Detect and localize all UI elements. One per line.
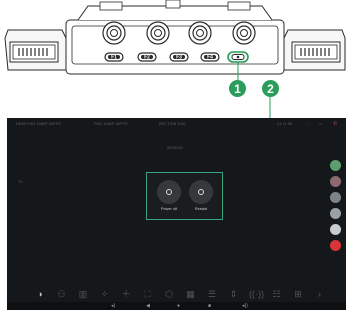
rail-button-5[interactable] bbox=[330, 224, 341, 235]
battery-icon: ▭ bbox=[319, 122, 323, 126]
crosshair-icon[interactable]: ＋ bbox=[120, 288, 132, 300]
power-off-label: Power off bbox=[161, 207, 177, 211]
frame-guide-icon[interactable]: ⛶ bbox=[142, 288, 154, 300]
power-popup: Power off Restart bbox=[146, 172, 223, 220]
restart-icon bbox=[198, 189, 204, 195]
input-1-status: HDMI FHD 1080P 60FPS bbox=[16, 122, 61, 126]
home-icon[interactable]: ● bbox=[177, 302, 180, 310]
rail-button-1[interactable] bbox=[330, 160, 341, 171]
rail-button-3[interactable] bbox=[330, 192, 341, 203]
clock-status: 23.11.06 bbox=[277, 122, 293, 126]
system-nav-bar: ◂) ◀ ● ■ ◂)) bbox=[7, 302, 346, 310]
restart-button[interactable] bbox=[189, 180, 213, 204]
restart-label: Restart bbox=[194, 207, 208, 211]
zebra-icon[interactable]: ☰ bbox=[206, 288, 218, 300]
color-icon[interactable]: ⚇ bbox=[56, 288, 68, 300]
waveform-icon[interactable]: ☷ bbox=[271, 288, 283, 300]
grid-icon[interactable]: ⊞ bbox=[292, 288, 304, 300]
recents-icon[interactable]: ■ bbox=[208, 302, 211, 310]
histogram-icon[interactable]: ▥ bbox=[77, 288, 89, 300]
false-color-icon[interactable]: ▦ bbox=[185, 288, 197, 300]
side-label: Tx bbox=[18, 179, 23, 184]
back-icon[interactable]: ◀ bbox=[146, 302, 150, 310]
wifi-icon: ⌔ bbox=[307, 122, 311, 126]
input-2-status: FHD 1080P 60FPS bbox=[94, 122, 128, 126]
power-off-button[interactable] bbox=[157, 180, 181, 204]
rail-button-4[interactable] bbox=[330, 208, 341, 219]
volume-up-icon[interactable]: ◂)) bbox=[242, 302, 248, 310]
anamorphic-icon[interactable]: ⇕ bbox=[228, 288, 240, 300]
monitor-screen: HDMI FHD 1080P 60FPS FHD 1080P 60FPS REC… bbox=[7, 118, 346, 310]
contrast-icon[interactable]: ◑ bbox=[34, 288, 46, 300]
status-bar: HDMI FHD 1080P 60FPS FHD 1080P 60FPS REC… bbox=[7, 118, 346, 130]
bottom-toolbar: ◑ ⚇ ▥ ✧ ＋ ⛶ ⬡ ▦ ☰ ⇕ ((·)) ☷ ⊞ › bbox=[7, 288, 346, 302]
more-icon[interactable]: › bbox=[314, 288, 326, 300]
audio-icon[interactable]: ((·)) bbox=[249, 288, 264, 300]
timecode: 00:00:00 bbox=[167, 145, 183, 150]
3d-lut-icon[interactable]: ⬡ bbox=[163, 288, 175, 300]
record-button[interactable] bbox=[330, 240, 341, 251]
focus-assist-icon[interactable]: ✧ bbox=[99, 288, 111, 300]
record-status: RECTION 0:00 bbox=[159, 122, 186, 126]
volume-down-icon[interactable]: ◂) bbox=[111, 302, 115, 310]
phone-icon: ✆ bbox=[333, 121, 338, 127]
power-off-icon bbox=[166, 189, 172, 195]
rail-button-2[interactable] bbox=[330, 176, 341, 187]
